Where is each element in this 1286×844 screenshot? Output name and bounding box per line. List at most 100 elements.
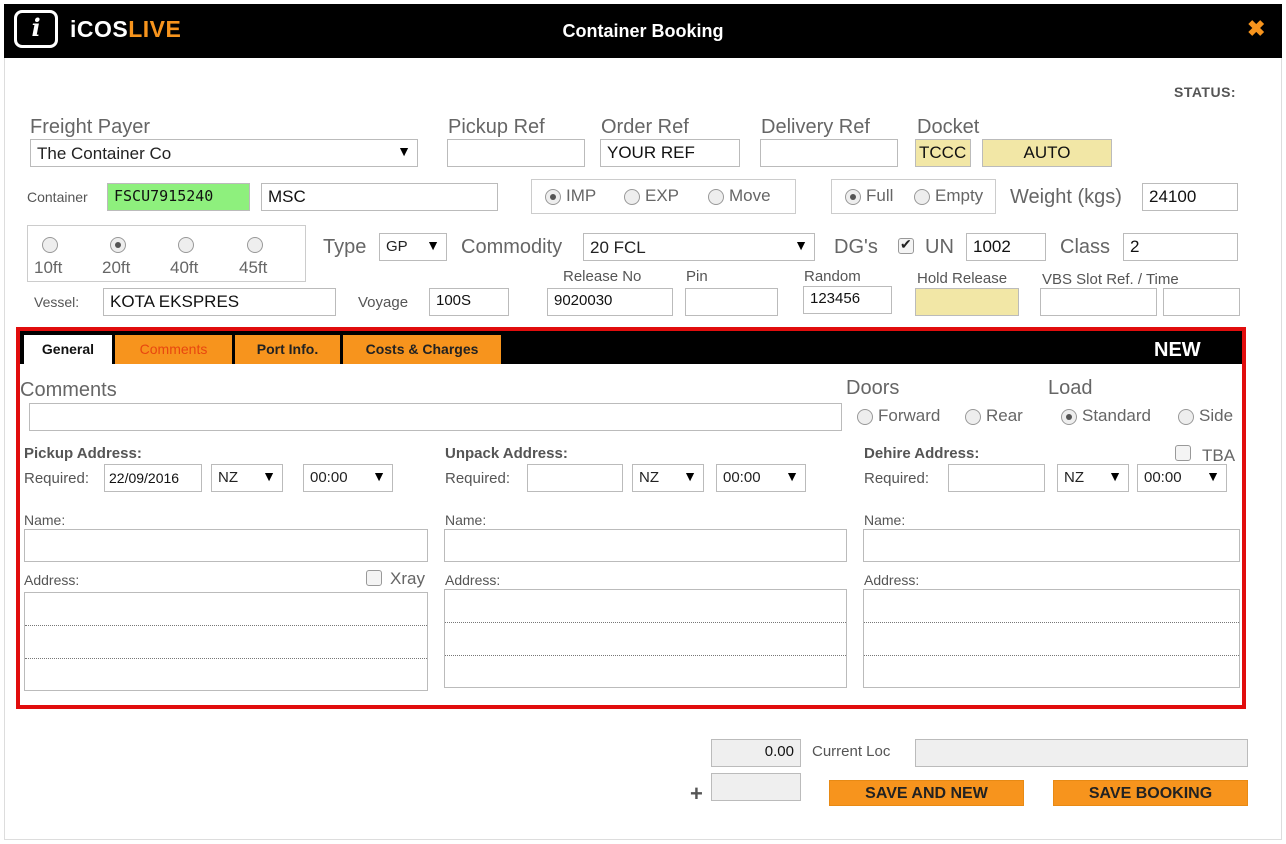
type-select[interactable]: GP ▼ — [379, 233, 447, 261]
status-label: STATUS: — [1174, 84, 1237, 100]
comments-label: Comments — [20, 379, 117, 401]
direction-imp[interactable]: IMP — [545, 186, 596, 206]
pickup-region-select[interactable]: NZ ▼ — [211, 464, 283, 492]
dehire-date-input[interactable] — [948, 464, 1045, 492]
freight-payer-select[interactable]: The Container Co ▼ — [30, 139, 418, 167]
unpack-date-input[interactable] — [527, 464, 623, 492]
container-label: Container — [27, 189, 88, 205]
size-10ft-label: 10ft — [34, 258, 63, 277]
dehire-address-label: Address: — [864, 572, 920, 588]
pickup-date-input[interactable]: 22/09/2016 — [104, 464, 202, 492]
vessel-input[interactable]: KOTA EKSPRES — [103, 288, 336, 316]
class-label: Class — [1060, 236, 1111, 258]
load-side[interactable]: Side — [1178, 406, 1238, 426]
pickup-ref-label: Pickup Ref — [448, 116, 545, 138]
fill-full[interactable]: Full — [845, 186, 893, 206]
pickup-time-select[interactable]: 00:00 ▼ — [303, 464, 393, 492]
window-title: Container Booking — [562, 21, 724, 41]
size-20ft-radio[interactable] — [110, 236, 126, 254]
size-45ft-label: 45ft — [239, 258, 268, 277]
radio-icon — [914, 188, 930, 205]
direction-move[interactable]: Move — [708, 186, 771, 206]
delivery-ref-input[interactable] — [760, 139, 898, 167]
comments-input[interactable] — [29, 403, 842, 431]
close-icon[interactable]: ✖ — [1247, 16, 1265, 42]
container-number-input[interactable]: FSCU7915240 — [107, 183, 250, 211]
total-amount-input[interactable]: 0.00 — [711, 739, 801, 767]
vbs-slot-ref-input[interactable] — [1040, 288, 1157, 316]
current-loc-input[interactable] — [915, 739, 1248, 767]
unpack-required-label: Required: — [445, 470, 511, 487]
load-label: Load — [1048, 377, 1093, 399]
class-input[interactable]: 2 — [1123, 233, 1238, 261]
docket-label: Docket — [917, 116, 980, 138]
direction-exp[interactable]: EXP — [624, 186, 679, 206]
weight-input[interactable]: 24100 — [1142, 183, 1238, 211]
shipping-line-input[interactable]: MSC — [261, 183, 498, 211]
unpack-time-select[interactable]: 00:00 ▼ — [716, 464, 806, 492]
tab-port-info[interactable]: Port Info. — [235, 335, 340, 364]
pin-label: Pin — [686, 268, 708, 285]
pickup-name-input[interactable] — [24, 529, 428, 562]
pickup-ref-input[interactable] — [447, 139, 585, 167]
tab-costs-charges[interactable]: Costs & Charges — [343, 335, 501, 364]
plus-icon[interactable]: + — [690, 781, 703, 807]
size-40ft-label: 40ft — [170, 258, 199, 277]
fill-empty[interactable]: Empty — [914, 186, 983, 206]
size-40ft-radio[interactable] — [178, 236, 194, 254]
pickup-address-textarea[interactable] — [24, 592, 428, 691]
unpack-name-label: Name: — [445, 512, 487, 528]
random-input[interactable]: 123456 — [803, 286, 892, 314]
dehire-region-select[interactable]: NZ ▼ — [1057, 464, 1129, 492]
unpack-name-input[interactable] — [444, 529, 847, 562]
order-ref-input[interactable]: YOUR REF — [600, 139, 740, 167]
vbs-slot-time-input[interactable] — [1163, 288, 1240, 316]
docket-input[interactable]: TCCC — [915, 139, 971, 167]
radio-icon — [965, 408, 981, 425]
unpack-address-textarea[interactable] — [444, 589, 847, 688]
doors-forward[interactable]: Forward — [857, 406, 940, 426]
hold-release-input[interactable] — [915, 288, 1019, 316]
weight-label: Weight (kgs) — [1010, 186, 1122, 208]
current-loc-label: Current Loc — [812, 743, 891, 760]
doors-rear[interactable]: Rear — [965, 406, 1023, 426]
vessel-label: Vessel: — [34, 294, 80, 310]
dehire-time-select[interactable]: 00:00 ▼ — [1137, 464, 1227, 492]
vbs-slot-label: VBS Slot Ref. / Time — [1042, 271, 1179, 288]
pin-input[interactable] — [685, 288, 778, 316]
radio-icon — [545, 188, 561, 205]
chevron-down-icon: ▼ — [794, 237, 808, 253]
dehire-name-input[interactable] — [863, 529, 1240, 562]
dehire-address-textarea[interactable] — [863, 589, 1240, 688]
size-10ft-radio[interactable] — [42, 236, 58, 254]
docket-auto[interactable]: AUTO — [982, 139, 1112, 167]
hold-release-label: Hold Release — [917, 270, 1008, 287]
size-45ft-radio[interactable] — [247, 236, 263, 254]
radio-icon — [1178, 408, 1194, 425]
extra-amount-input[interactable] — [711, 773, 801, 801]
dgs-checkbox[interactable] — [898, 236, 914, 255]
tab-comments[interactable]: Comments — [115, 335, 232, 364]
tba-checkbox[interactable] — [1175, 444, 1191, 462]
voyage-input[interactable]: 100S — [429, 288, 509, 316]
save-and-new-button[interactable]: SAVE AND NEW — [829, 780, 1024, 806]
chevron-down-icon: ▼ — [397, 143, 411, 159]
unpack-region-select[interactable]: NZ ▼ — [632, 464, 704, 492]
radio-icon — [845, 188, 861, 205]
pickup-address-title: Pickup Address: — [24, 445, 142, 462]
load-standard[interactable]: Standard — [1061, 406, 1151, 426]
order-ref-label: Order Ref — [601, 116, 689, 138]
unpack-address-title: Unpack Address: — [445, 445, 568, 462]
voyage-label: Voyage — [358, 294, 409, 311]
commodity-label: Commodity — [461, 236, 563, 258]
dehire-address-title: Dehire Address: — [864, 445, 980, 462]
un-input[interactable]: 1002 — [966, 233, 1046, 261]
commodity-select[interactable]: 20 FCL ▼ — [583, 233, 815, 261]
tab-general[interactable]: General — [24, 335, 112, 364]
pickup-required-label: Required: — [24, 470, 90, 487]
save-booking-button[interactable]: SAVE BOOKING — [1053, 780, 1248, 806]
pickup-name-label: Name: — [24, 512, 66, 528]
size-20ft-label: 20ft — [102, 258, 131, 277]
release-no-input[interactable]: 9020030 — [547, 288, 673, 316]
xray-checkbox[interactable] — [366, 569, 382, 587]
